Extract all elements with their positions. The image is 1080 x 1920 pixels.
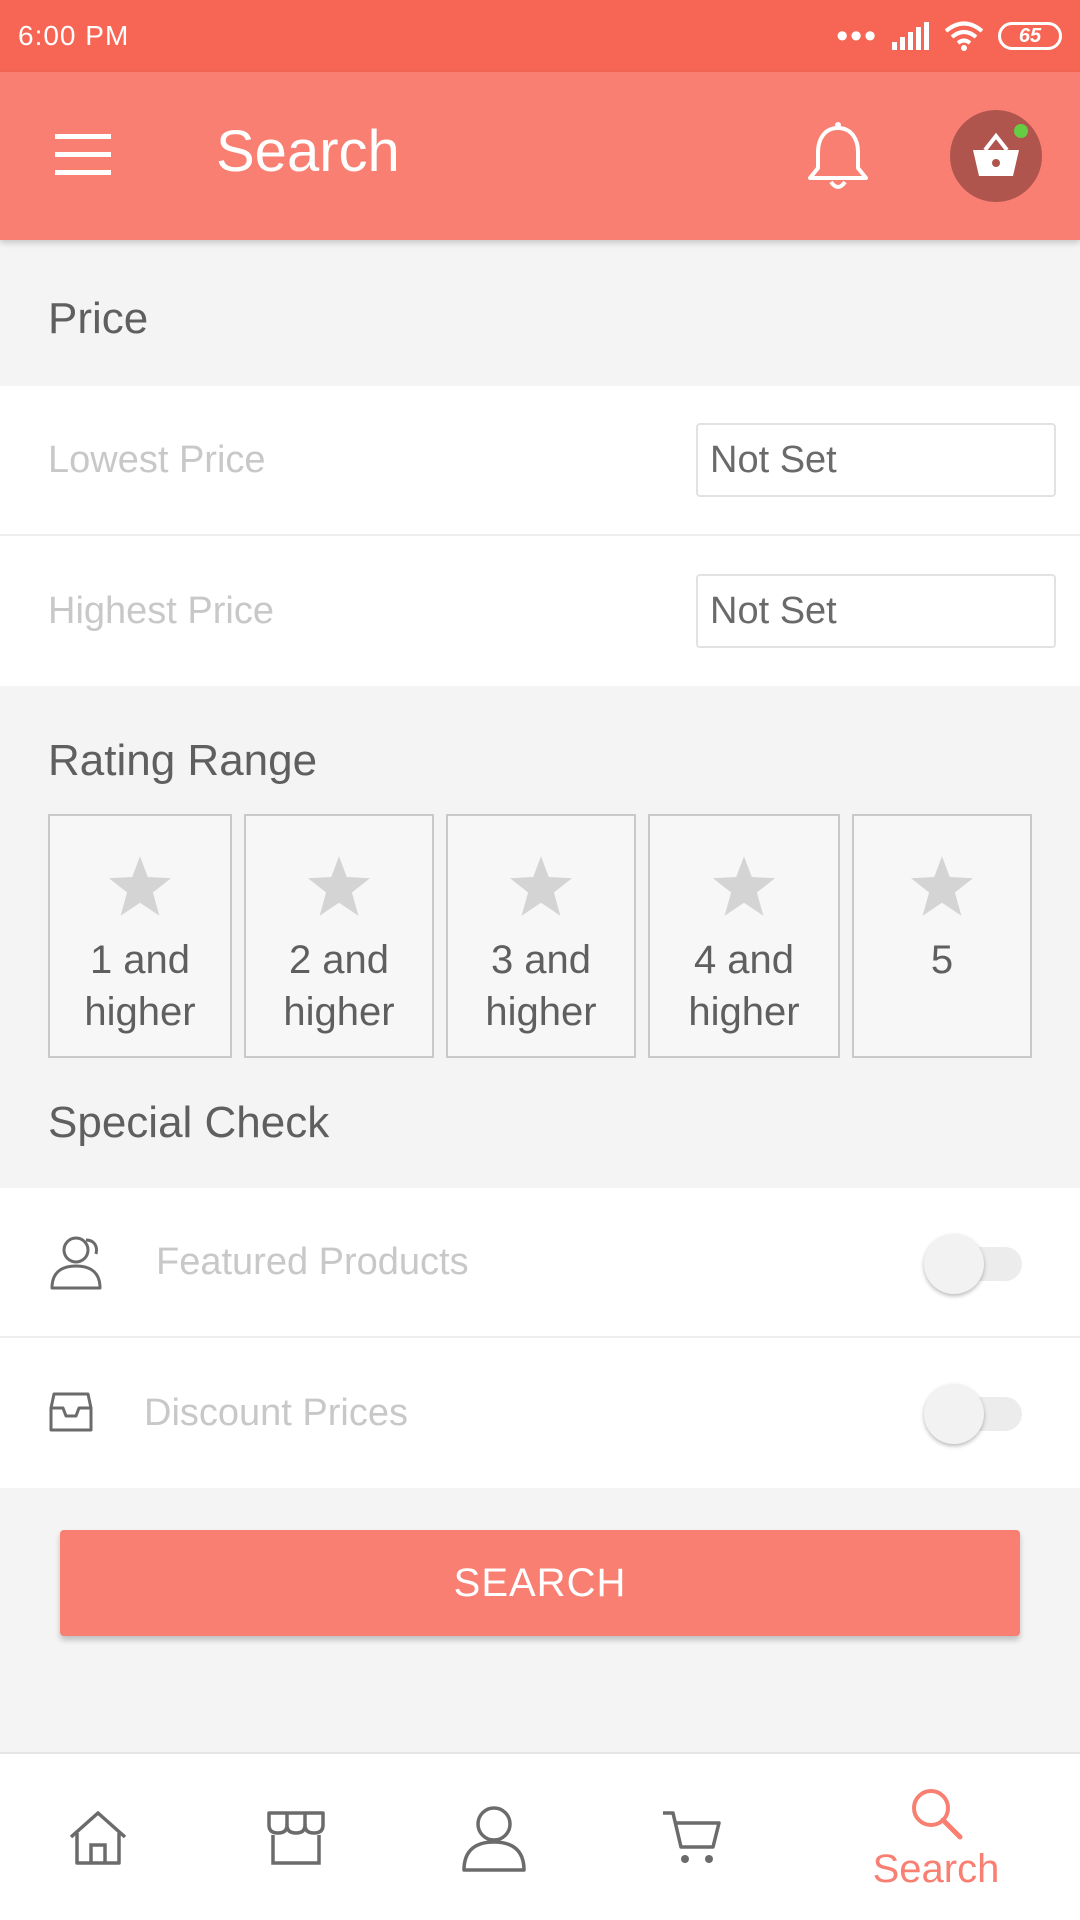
discount-prices-label: Discount Prices — [144, 1391, 408, 1434]
rating-section-title: Rating Range — [48, 736, 318, 785]
nav-item-search[interactable]: Search — [856, 1754, 1016, 1920]
nav-item-search-label: Search — [872, 1846, 1000, 1891]
rating-option-5[interactable]: 5 — [852, 814, 1032, 1058]
star-icon — [109, 856, 171, 916]
rating-option-label: 1 and higher — [84, 938, 196, 1034]
nav-item-store[interactable] — [216, 1754, 376, 1920]
featured-products-toggle[interactable] — [924, 1234, 1024, 1294]
bell-icon[interactable] — [800, 120, 876, 196]
rating-option-2[interactable]: 2 and higher — [244, 814, 434, 1058]
users-icon — [50, 1236, 102, 1290]
lowest-price-label: Lowest Price — [48, 438, 266, 481]
discount-prices-row[interactable]: Discount Prices — [0, 1338, 1080, 1488]
wifi-icon — [944, 21, 984, 51]
highest-price-row[interactable]: Highest Price Not Set — [0, 536, 1080, 686]
shopping-basket-icon — [973, 132, 1019, 176]
rating-option-label: 4 and higher — [688, 938, 800, 1034]
rating-option-label: 3 and higher — [485, 938, 597, 1034]
status-indicators: ••• 65 — [836, 17, 1062, 55]
store-icon — [267, 1811, 325, 1865]
star-icon — [713, 856, 775, 916]
cart-indicator-dot — [1014, 124, 1028, 138]
hamburger-menu-icon[interactable] — [50, 130, 116, 180]
special-check-section-title: Special Check — [48, 1098, 330, 1147]
rating-option-4[interactable]: 4 and higher — [648, 814, 840, 1058]
lowest-price-field[interactable]: Not Set — [696, 423, 1056, 497]
featured-products-label: Featured Products — [156, 1240, 469, 1283]
home-icon — [69, 1811, 127, 1865]
price-section-title: Price — [48, 294, 149, 343]
cart-fab-button[interactable] — [950, 110, 1042, 202]
discount-prices-toggle[interactable] — [924, 1384, 1024, 1444]
special-check-rows: Featured Products Discount Prices — [0, 1188, 1080, 1488]
featured-products-row[interactable]: Featured Products — [0, 1188, 1080, 1338]
inbox-icon — [49, 1392, 93, 1432]
status-time: 6:00 PM — [18, 20, 130, 51]
cart-icon — [663, 1811, 721, 1863]
rating-option-label: 2 and higher — [283, 938, 395, 1034]
app-bar: Search — [0, 72, 1080, 240]
nav-item-profile[interactable] — [414, 1754, 574, 1920]
battery-indicator: 65 — [998, 22, 1062, 50]
profile-icon — [462, 1806, 526, 1872]
lowest-price-row[interactable]: Lowest Price Not Set — [0, 386, 1080, 536]
nav-item-cart[interactable] — [612, 1754, 772, 1920]
price-rows: Lowest Price Not Set Highest Price Not S… — [0, 386, 1080, 686]
bottom-navigation: Search — [0, 1752, 1080, 1920]
page-title: Search — [216, 119, 400, 184]
signal-icon — [892, 22, 929, 50]
highest-price-label: Highest Price — [48, 589, 274, 632]
nav-item-home[interactable] — [18, 1754, 178, 1920]
status-bar: 6:00 PM ••• 65 — [0, 0, 1080, 72]
search-button[interactable]: SEARCH — [60, 1530, 1020, 1636]
star-icon — [911, 856, 973, 916]
star-icon — [510, 856, 572, 916]
search-icon — [912, 1788, 963, 1839]
highest-price-field[interactable]: Not Set — [696, 574, 1056, 648]
rating-option-label: 5 — [930, 938, 954, 982]
rating-option-3[interactable]: 3 and higher — [446, 814, 636, 1058]
rating-option-1[interactable]: 1 and higher — [48, 814, 232, 1058]
more-notifications-icon: ••• — [836, 17, 878, 55]
star-icon — [308, 856, 370, 916]
